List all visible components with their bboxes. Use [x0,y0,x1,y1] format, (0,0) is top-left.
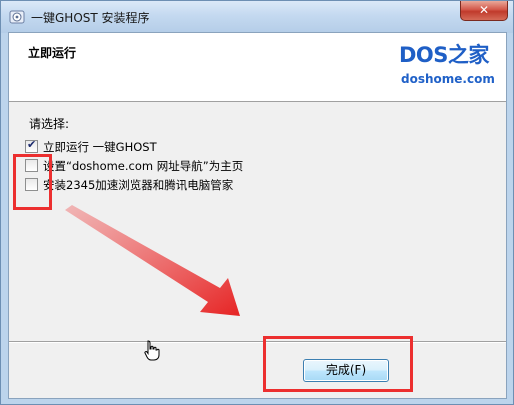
window-title: 一键GHOST 安装程序 [31,11,150,25]
close-icon: ✕ [478,3,490,17]
footer-divider [9,341,506,343]
title-bar[interactable]: 一键GHOST 安装程序 ✕ [1,1,513,33]
installer-icon [9,10,25,24]
logo-text: DOS之家 [399,43,489,67]
choose-prompt: 请选择: [29,117,70,131]
logo-url: doshome.com [401,72,495,86]
installer-window: 一键GHOST 安装程序 ✕ 立即运行 DOS之家 doshome.com 请选… [0,0,514,405]
option-label: 设置“doshome.com 网址导航”为主页 [43,159,244,173]
option-label: 安装2345加速浏览器和腾讯电脑管家 [43,178,234,192]
highlight-box-finish [263,336,413,392]
highlight-box-checkboxes [13,154,52,210]
page-title: 立即运行 [28,46,77,60]
checkmark-icon: ✔ [27,138,37,151]
dialog-body: 立即运行 DOS之家 doshome.com 请选择: ✔ 立即运行 一键GHO… [8,32,507,399]
doshome-logo: DOS之家 doshome.com [399,39,499,95]
checkbox-run-now[interactable]: ✔ [25,138,38,153]
close-button[interactable]: ✕ [460,1,508,21]
option-label: 立即运行 一键GHOST [43,140,157,154]
dialog-header: 立即运行 DOS之家 doshome.com [9,33,506,102]
